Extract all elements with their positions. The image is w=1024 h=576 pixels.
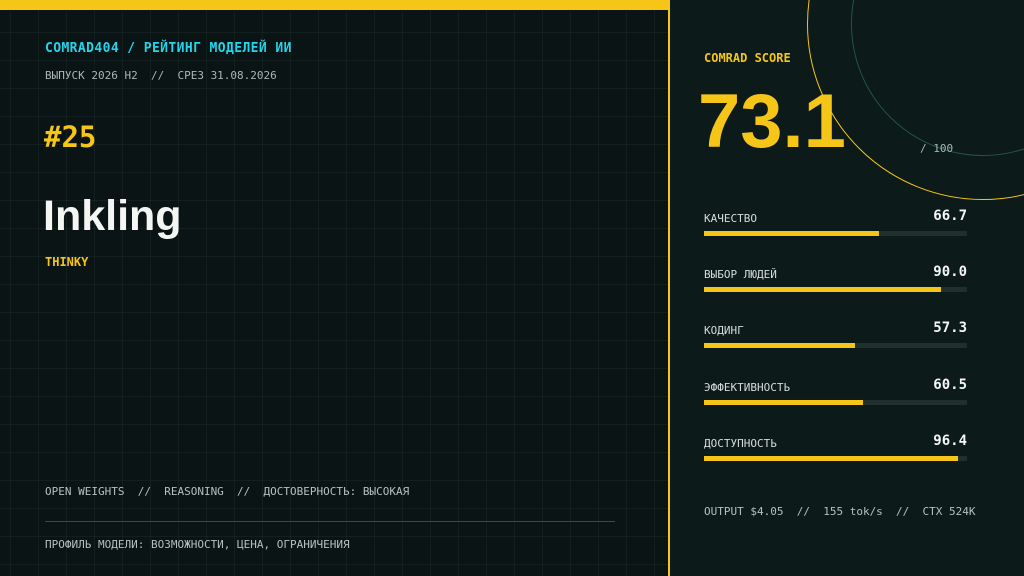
score-label: COMRAD SCORE: [704, 51, 791, 65]
score-max: / 100: [920, 142, 954, 155]
issue-info: ВЫПУСК 2026 H2 // СРЕЗ 31.08.2026: [45, 69, 277, 82]
score-value: 73.1: [698, 79, 846, 164]
metric-value: 57.3: [933, 320, 967, 336]
metric-coding: КОДИНГ 57.3: [704, 320, 967, 360]
divider-line: [45, 521, 615, 522]
metric-availability: ДОСТУПНОСТЬ 96.4: [704, 433, 967, 473]
metric-value: 96.4: [933, 433, 967, 449]
metric-bar-track: [704, 456, 967, 461]
metric-bar-fill: [704, 456, 958, 461]
model-tags: OPEN WEIGHTS // REASONING // ДОСТОВЕРНОС…: [45, 485, 410, 498]
metric-bar-fill: [704, 400, 864, 405]
pricing-footer: OUTPUT $4.05 // 155 tok/s // CTX 524K: [704, 505, 976, 518]
metric-label: ЭФФЕКТИВНОСТЬ: [704, 381, 791, 394]
metric-value: 66.7: [933, 208, 967, 224]
metric-label: ДОСТУПНОСТЬ: [704, 437, 777, 450]
metric-bar-track: [704, 287, 967, 292]
model-card-main: COMRAD404 / РЕЙТИНГ МОДЕЛЕЙ ИИ ВЫПУСК 20…: [0, 0, 669, 576]
metric-label: ВЫБОР ЛЮДЕЙ: [704, 268, 777, 281]
vendor-name: THINKY: [45, 255, 89, 269]
score-panel: COMRAD SCORE 73.1 / 100 КАЧЕСТВО 66.7 ВЫ…: [670, 0, 1024, 576]
model-name: Inkling: [43, 192, 182, 240]
metric-bar-fill: [704, 231, 880, 236]
metric-label: КАЧЕСТВО: [704, 212, 757, 225]
metric-bar-track: [704, 400, 967, 405]
metric-quality: КАЧЕСТВО 66.7: [704, 208, 967, 248]
metric-bar-fill: [704, 343, 855, 348]
metric-label: КОДИНГ: [704, 324, 744, 337]
top-accent-bar: [0, 0, 669, 10]
rank-badge: #25: [44, 120, 97, 154]
metric-bar-track: [704, 231, 967, 236]
metric-value: 90.0: [933, 264, 967, 280]
metric-efficiency: ЭФФЕКТИВНОСТЬ 60.5: [704, 377, 967, 417]
metric-bar-track: [704, 343, 967, 348]
metric-bar-fill: [704, 287, 941, 292]
profile-caption: ПРОФИЛЬ МОДЕЛИ: ВОЗМОЖНОСТИ, ЦЕНА, ОГРАН…: [45, 538, 350, 551]
brand-title: COMRAD404 / РЕЙТИНГ МОДЕЛЕЙ ИИ: [45, 41, 292, 56]
metric-human-choice: ВЫБОР ЛЮДЕЙ 90.0: [704, 264, 967, 304]
metric-value: 60.5: [933, 377, 967, 393]
